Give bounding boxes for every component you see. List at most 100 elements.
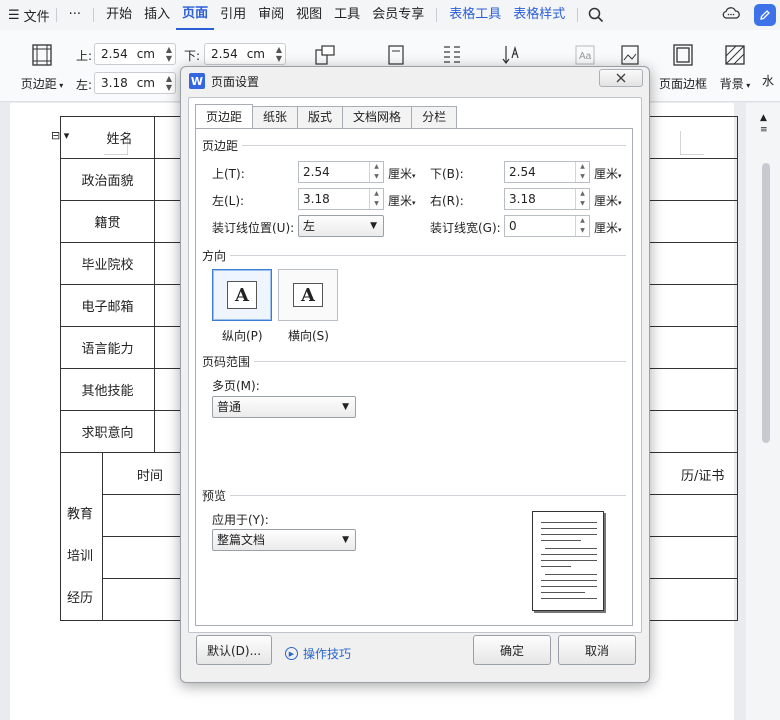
tab-margins[interactable]: 页边距 xyxy=(195,104,254,128)
tab-table-tools[interactable]: 表格工具 xyxy=(443,0,507,30)
table-handle-icon[interactable]: ⊟ ▾ xyxy=(51,129,69,142)
scroll-menu-icon[interactable]: ≡ xyxy=(760,125,768,135)
resume-label-language[interactable]: 语言能力 xyxy=(60,326,155,369)
gutter-width-input[interactable]: 0 ▲ ▼ xyxy=(504,215,590,237)
spin-arrows-icon[interactable]: ▲ ▼ xyxy=(276,45,282,63)
resume-label-politics[interactable]: 政治面貌 xyxy=(60,158,155,201)
orientation-section-title: 方向 xyxy=(202,249,227,263)
gutter-width-value: 0 xyxy=(509,219,517,233)
preview-section-title: 预览 xyxy=(202,489,227,503)
margins-tab-panel: 页边距 上(T): 2.54 ▲ ▼ 厘米▾ 下(B): 2.54 ▲ ▼ 厘米▾ … xyxy=(195,128,633,626)
svg-text:Aa: Aa xyxy=(579,51,592,62)
education-label-line: 经历 xyxy=(67,590,94,606)
tab-review[interactable]: 审阅 xyxy=(252,0,290,30)
unit-label: 厘米 xyxy=(388,194,413,208)
tab-doc-grid[interactable]: 文档网格 xyxy=(342,106,413,128)
tab-insert[interactable]: 插入 xyxy=(138,0,176,30)
file-menu[interactable]: ☰ 文件 xyxy=(0,6,50,25)
margins-section-title: 页边距 xyxy=(202,139,239,153)
portrait-option[interactable]: A xyxy=(212,269,272,321)
spin-arrows-icon[interactable]: ▲ ▼ xyxy=(575,189,589,209)
ribbon-top-margin-input[interactable]: 2.54 cm ▲ ▼ xyxy=(94,43,176,65)
dialog-titlebar[interactable]: W 页面设置 xyxy=(181,67,649,95)
ribbon-left-value: 3.18 xyxy=(101,76,128,90)
page-border-button[interactable]: 页面边框 xyxy=(654,44,712,92)
resume-label-name: 姓名 xyxy=(106,132,133,147)
ribbon-left-margin-input[interactable]: 3.18 cm ▲ ▼ xyxy=(94,72,176,94)
page-range-section-title: 页码范围 xyxy=(202,355,251,369)
chevron-down-icon: ▾ xyxy=(56,81,64,90)
search-icon[interactable] xyxy=(588,7,604,23)
spin-arrows-icon[interactable]: ▲ ▼ xyxy=(575,216,589,236)
cancel-button-label: 取消 xyxy=(584,643,609,658)
cancel-button[interactable]: 取消 xyxy=(558,635,636,665)
apply-to-select[interactable]: 整篇文档 ▼ xyxy=(212,529,356,551)
scroll-up-icon[interactable]: ▲ xyxy=(760,113,767,123)
resume-label-objective[interactable]: 求职意向 xyxy=(60,410,155,453)
tab-paper[interactable]: 纸张 xyxy=(252,106,299,128)
tab-references[interactable]: 引用 xyxy=(214,0,252,30)
top-margin-input[interactable]: 2.54 ▲ ▼ xyxy=(298,161,384,183)
right-margin-input[interactable]: 3.18 ▲ ▼ xyxy=(504,188,590,210)
table-cell[interactable]: ⊟ ▾ 姓名 xyxy=(51,116,155,159)
tab-columns[interactable]: 分栏 xyxy=(411,106,458,128)
bottom-unit-dropdown[interactable]: 厘米▾ xyxy=(594,165,622,182)
spin-arrows-icon[interactable]: ▲ ▼ xyxy=(369,162,383,182)
spin-arrows-icon[interactable]: ▲ ▼ xyxy=(166,74,172,92)
edit-icon[interactable] xyxy=(754,4,776,26)
ribbon-bottom-unit: cm xyxy=(246,47,265,61)
spin-arrows-icon[interactable]: ▲ ▼ xyxy=(575,162,589,182)
vertical-scrollbar[interactable]: ▲ ≡ xyxy=(746,103,780,720)
left-margin-input[interactable]: 3.18 ▲ ▼ xyxy=(298,188,384,210)
bottom-margin-value: 2.54 xyxy=(509,165,536,179)
ribbon-top-unit: cm xyxy=(136,47,155,61)
unit-label: 厘米 xyxy=(594,167,619,181)
menu-divider xyxy=(55,8,57,22)
spin-arrows-icon[interactable]: ▲ ▼ xyxy=(369,189,383,209)
landscape-option[interactable]: A xyxy=(278,269,338,321)
default-button[interactable]: 默认(D)... xyxy=(196,635,272,665)
education-label-line: 教育 xyxy=(67,506,94,522)
resume-label-skills[interactable]: 其他技能 xyxy=(60,368,155,411)
background-button[interactable]: 背景 ▾ xyxy=(716,44,754,92)
margins-button[interactable]: 页边距 ▾ xyxy=(16,44,68,92)
left-unit-dropdown[interactable]: 厘米▾ xyxy=(388,192,416,209)
more-menu[interactable]: ··· xyxy=(63,0,87,30)
spin-arrows-icon[interactable]: ▲ ▼ xyxy=(166,45,172,63)
tab-layout[interactable]: 版式 xyxy=(297,106,344,128)
multi-pages-label: 多页(M): xyxy=(212,379,260,393)
tab-view[interactable]: 视图 xyxy=(290,0,328,30)
tips-link[interactable]: ▶ 操作技巧 xyxy=(285,645,351,662)
ribbon-left-unit: cm xyxy=(136,76,155,90)
bottom-margin-input[interactable]: 2.54 ▲ ▼ xyxy=(504,161,590,183)
watermark-button[interactable]: 水 xyxy=(762,72,780,89)
tab-member[interactable]: 会员专享 xyxy=(366,0,430,30)
multi-pages-select[interactable]: 普通 ▼ xyxy=(212,396,356,418)
ok-button[interactable]: 确定 xyxy=(473,635,551,665)
scroll-thumb[interactable] xyxy=(762,163,770,443)
cloud-icon[interactable] xyxy=(722,6,740,24)
ribbon-bottom-margin-input[interactable]: 2.54 cm ▲ ▼ xyxy=(204,43,286,65)
top-margin-label: 上(T): xyxy=(212,167,245,181)
tab-home[interactable]: 开始 xyxy=(100,0,138,30)
gutter-position-select[interactable]: 左 ▼ xyxy=(298,215,384,237)
gutter-unit-dropdown[interactable]: 厘米▾ xyxy=(594,219,622,236)
hamburger-icon: ☰ xyxy=(8,7,20,23)
resume-label-school[interactable]: 毕业院校 xyxy=(60,242,155,285)
resume-label-email[interactable]: 电子邮箱 xyxy=(60,284,155,327)
page-range-section-header: 页码范围 xyxy=(202,353,626,370)
close-button[interactable] xyxy=(599,69,643,87)
right-margin-value: 3.18 xyxy=(509,192,536,206)
tab-table-style[interactable]: 表格样式 xyxy=(507,0,571,30)
top-unit-dropdown[interactable]: 厘米▾ xyxy=(388,165,416,182)
right-unit-dropdown[interactable]: 厘米▾ xyxy=(594,192,622,209)
file-menu-label: 文件 xyxy=(23,9,50,25)
ribbon-top-value: 2.54 xyxy=(101,47,128,61)
resume-label-education[interactable]: 教育 培训 经历 xyxy=(60,452,103,621)
chevron-down-icon: ▾ xyxy=(618,199,622,207)
tab-page[interactable]: 页面 xyxy=(176,0,215,30)
left-margin-label: 左(L): xyxy=(212,194,245,208)
resume-label-hometown[interactable]: 籍贯 xyxy=(60,200,155,243)
tab-tools[interactable]: 工具 xyxy=(328,0,366,30)
bottom-margin-label: 下(B): xyxy=(430,167,464,181)
